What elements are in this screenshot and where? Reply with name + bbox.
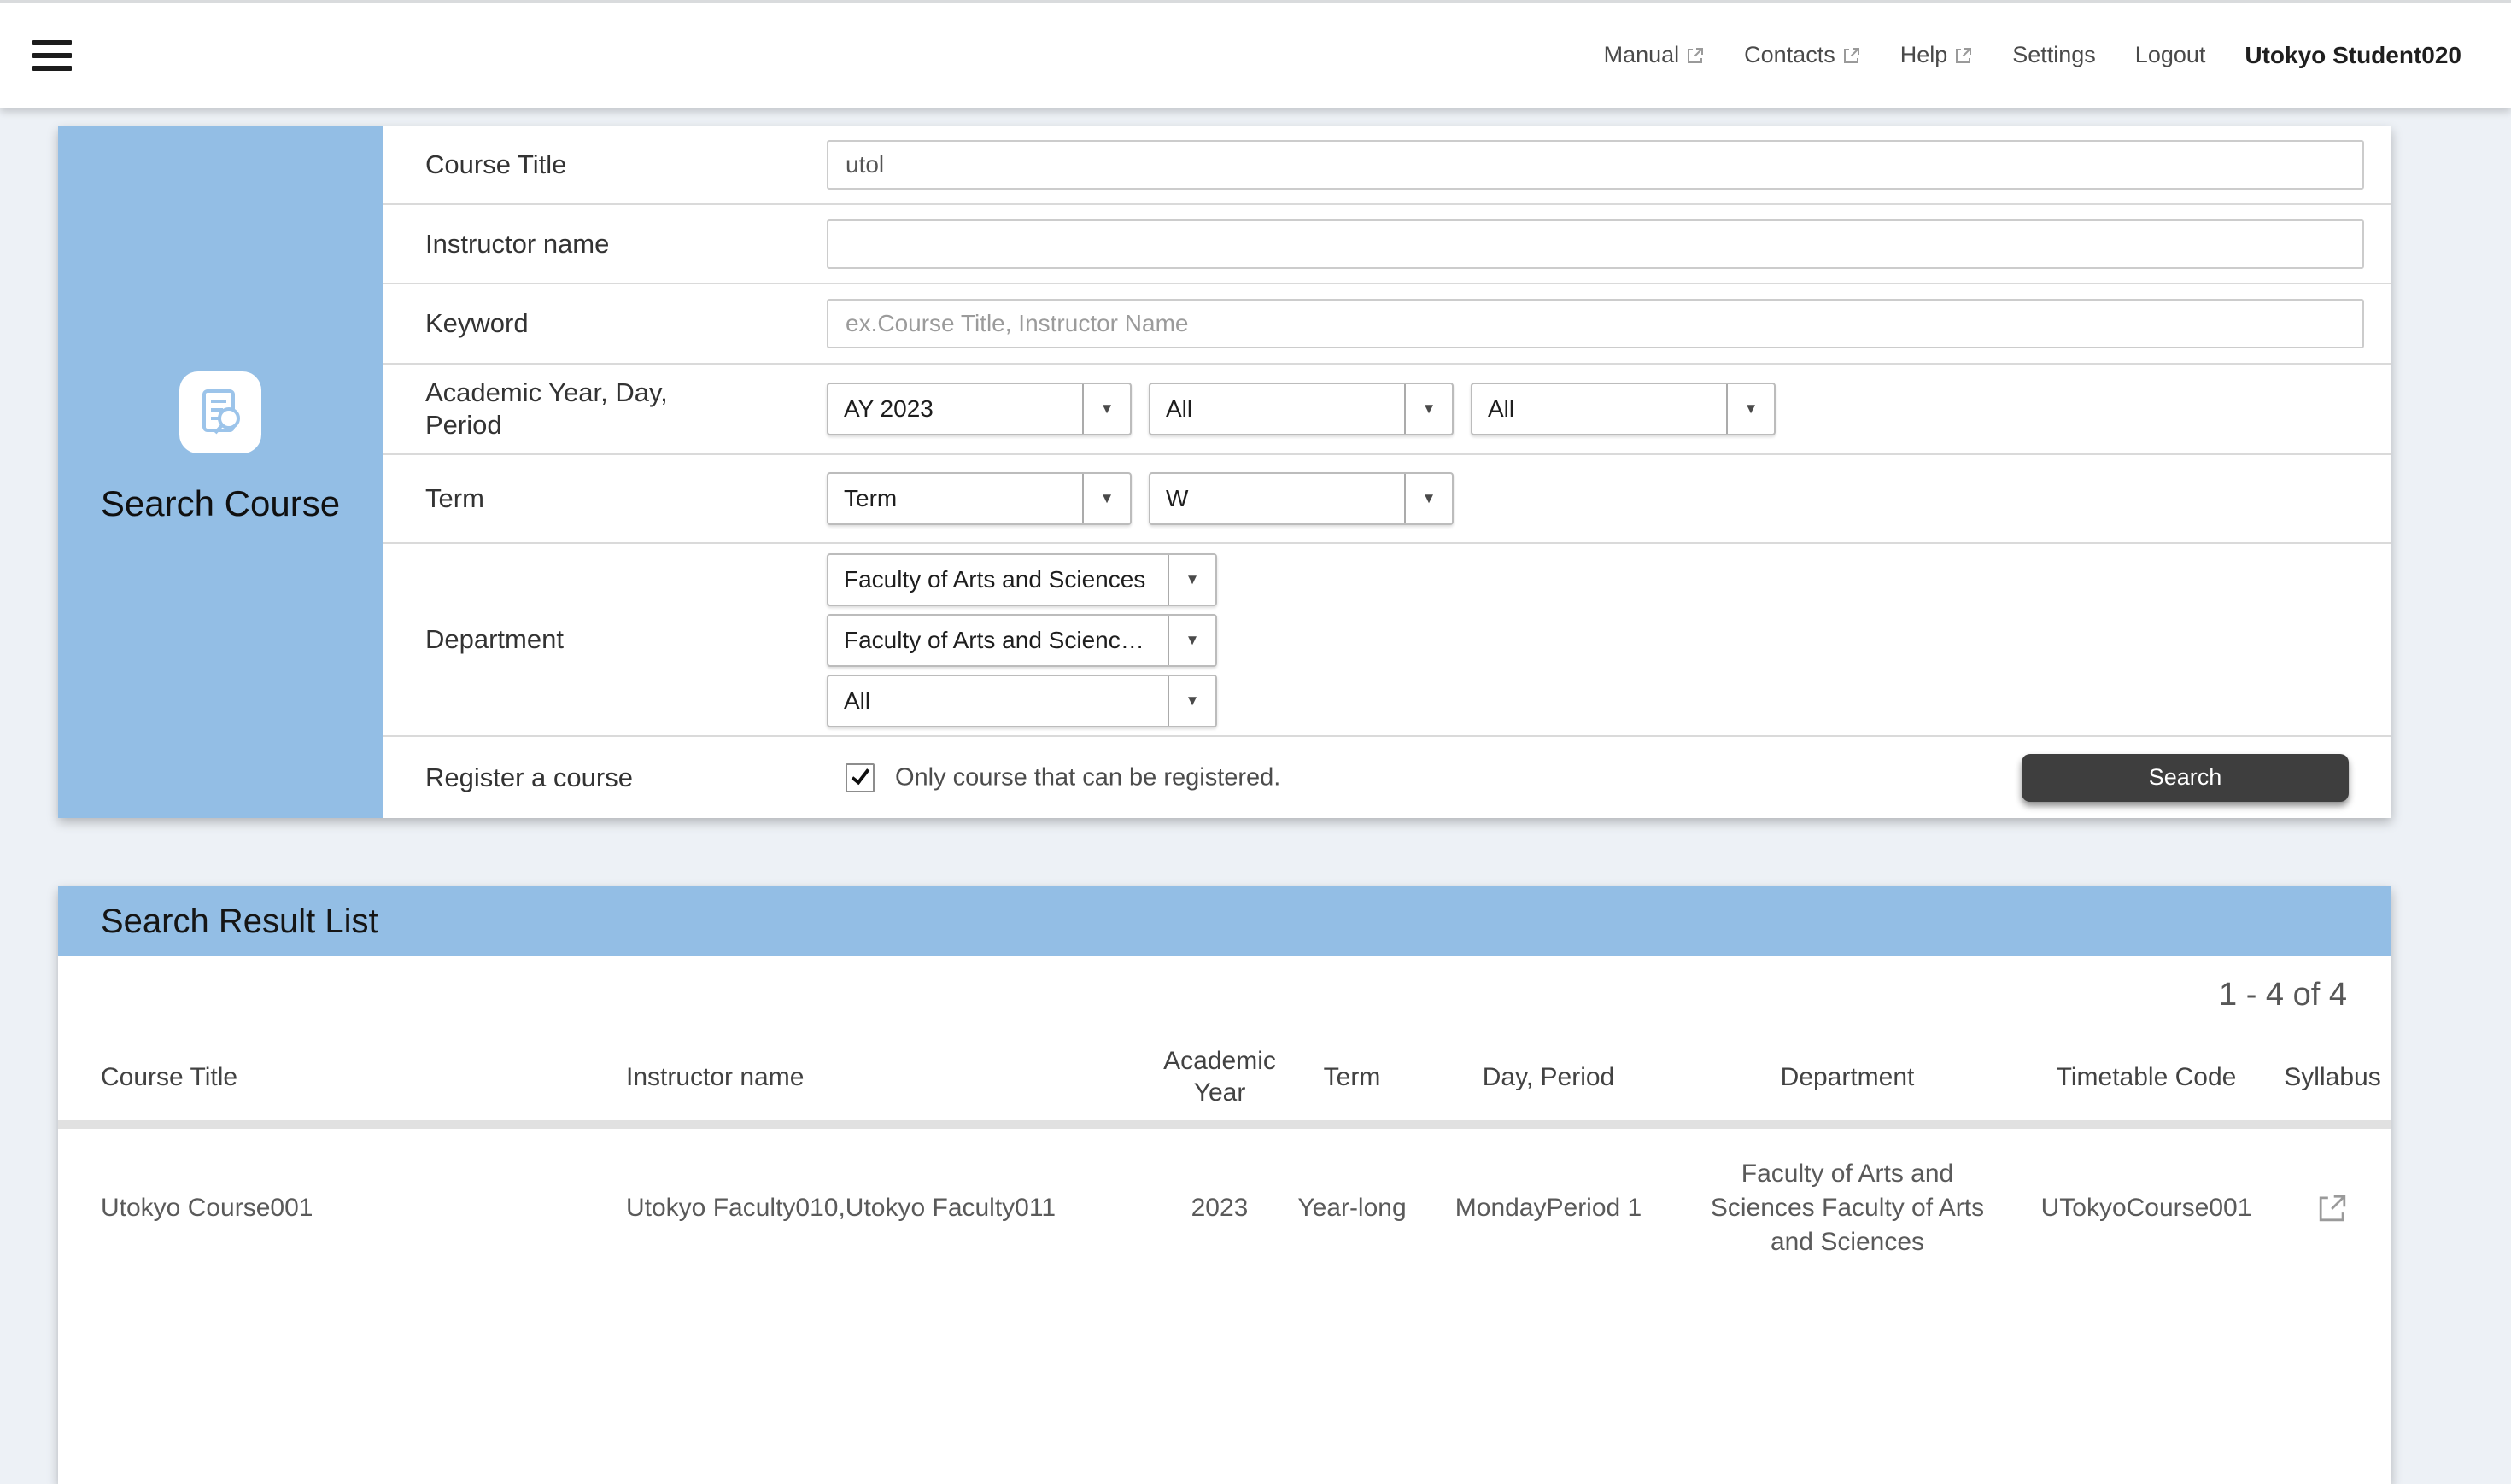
chevron-down-icon: ▼ [1082, 474, 1130, 523]
period-select-value: All [1472, 395, 1726, 423]
header-department: Department [1677, 1061, 2018, 1093]
row-academic-year-day-period: Academic Year, Day, Period AY 2023 ▼ All… [383, 365, 2391, 455]
department-level3-value: All [828, 687, 1168, 715]
course-title-label: Course Title [425, 149, 733, 181]
department-label: Department [425, 623, 733, 656]
external-link-icon [1954, 46, 1973, 65]
day-select-value: All [1150, 395, 1404, 423]
search-button[interactable]: Search [2022, 754, 2349, 802]
chevron-down-icon: ▼ [1168, 555, 1215, 605]
department-level3-select[interactable]: All ▼ [827, 675, 1217, 727]
row-course-title: Course Title [383, 126, 2391, 205]
register-label: Register a course [425, 762, 733, 794]
top-nav: Manual Contacts Help Settings Logout [1604, 42, 2511, 69]
user-name: Utokyo Student020 [2245, 42, 2461, 69]
period-select[interactable]: All ▼ [1471, 383, 1776, 435]
keyword-label: Keyword [425, 307, 733, 340]
department-level1-select[interactable]: Faculty of Arts and Sciences ▼ [827, 553, 1217, 606]
external-link-icon [1842, 46, 1861, 65]
search-result-title: Search Result List [101, 903, 378, 941]
chevron-down-icon: ▼ [1726, 384, 1774, 434]
keyword-input[interactable] [827, 299, 2364, 348]
table-row: Utokyo Course001 Utokyo Faculty010,Utoky… [58, 1129, 2391, 1287]
menu-hamburger-icon[interactable] [32, 40, 72, 71]
instructor-name-label: Instructor name [425, 228, 733, 260]
register-checkbox[interactable] [846, 763, 875, 792]
nav-settings[interactable]: Settings [2012, 42, 2096, 68]
cell-course-title[interactable]: Utokyo Course001 [101, 1191, 626, 1225]
cell-department: Faculty of Arts and Sciences Faculty of … [1677, 1157, 2018, 1259]
nav-manual[interactable]: Manual [1604, 42, 1706, 68]
cell-day-period: MondayPeriod 1 [1420, 1191, 1677, 1225]
row-keyword: Keyword [383, 284, 2391, 365]
academic-year-select[interactable]: AY 2023 ▼ [827, 383, 1132, 435]
document-search-icon [179, 371, 261, 453]
external-link-icon [1686, 46, 1705, 65]
header-day-period: Day, Period [1420, 1061, 1677, 1093]
nav-contacts[interactable]: Contacts [1744, 42, 1861, 68]
cell-syllabus [2274, 1192, 2391, 1224]
term-type-select-value: Term [828, 485, 1082, 512]
search-result-card: Search Result List 1 - 4 of 4 Course Tit… [58, 886, 2391, 1484]
table-divider [58, 1120, 2391, 1129]
department-level2-value: Faculty of Arts and Sciences F… [828, 627, 1168, 654]
nav-logout[interactable]: Logout [2135, 42, 2206, 68]
nav-help[interactable]: Help [1900, 42, 1974, 68]
result-count: 1 - 4 of 4 [2219, 977, 2347, 1014]
day-select[interactable]: All ▼ [1149, 383, 1454, 435]
search-course-panel: Search Course [58, 126, 383, 818]
chevron-down-icon: ▼ [1168, 616, 1215, 665]
cell-academic-year: 2023 [1156, 1191, 1284, 1225]
nav-logout-label: Logout [2135, 42, 2206, 68]
chevron-down-icon: ▼ [1168, 676, 1215, 726]
header-timetable-code: Timetable Code [2018, 1061, 2274, 1093]
header-syllabus: Syllabus [2274, 1061, 2391, 1093]
nav-manual-label: Manual [1604, 42, 1680, 68]
result-count-row: 1 - 4 of 4 [58, 956, 2391, 1033]
results-table-header-row: Course Title Instructor name Academic Ye… [58, 1033, 2391, 1120]
header-course-title: Course Title [101, 1061, 626, 1093]
chevron-down-icon: ▼ [1404, 384, 1452, 434]
top-bar: Manual Contacts Help Settings Logout [0, 0, 2511, 108]
department-level1-value: Faculty of Arts and Sciences [828, 566, 1168, 593]
academic-year-day-period-label: Academic Year, Day, Period [425, 377, 733, 441]
search-course-card: Search Course Course Title Instructor na… [58, 126, 2391, 818]
register-checkbox-label: Only course that can be registered. [895, 763, 1280, 792]
department-selects: Faculty of Arts and Sciences ▼ Faculty o… [827, 553, 1217, 727]
external-link-icon[interactable] [2316, 1192, 2349, 1224]
nav-contacts-label: Contacts [1744, 42, 1835, 68]
term-value-select-value: W [1150, 485, 1404, 512]
search-result-header: Search Result List [58, 886, 2391, 956]
panel-title: Search Course [58, 483, 383, 524]
instructor-name-input[interactable] [827, 219, 2364, 269]
chevron-down-icon: ▼ [1404, 474, 1452, 523]
search-form: Course Title Instructor name Keyword Aca… [383, 126, 2391, 818]
chevron-down-icon: ▼ [1082, 384, 1130, 434]
cell-term: Year-long [1284, 1191, 1420, 1225]
header-academic-year: Academic Year [1156, 1045, 1284, 1108]
term-value-select[interactable]: W ▼ [1149, 472, 1454, 525]
term-type-select[interactable]: Term ▼ [827, 472, 1132, 525]
cell-timetable-code: UTokyoCourse001 [2018, 1191, 2274, 1225]
cell-instructor: Utokyo Faculty010,Utokyo Faculty011 [626, 1191, 1156, 1225]
nav-help-label: Help [1900, 42, 1948, 68]
course-title-input[interactable] [827, 140, 2364, 190]
row-department: Department Faculty of Arts and Sciences … [383, 544, 2391, 737]
row-term: Term Term ▼ W ▼ [383, 455, 2391, 544]
header-term: Term [1284, 1061, 1420, 1093]
header-instructor: Instructor name [626, 1061, 1156, 1093]
department-level2-select[interactable]: Faculty of Arts and Sciences F… ▼ [827, 614, 1217, 667]
academic-year-select-value: AY 2023 [828, 395, 1082, 423]
row-register: Register a course Only course that can b… [383, 737, 2391, 818]
nav-settings-label: Settings [2012, 42, 2096, 68]
row-instructor-name: Instructor name [383, 205, 2391, 284]
term-label: Term [425, 482, 733, 515]
checkmark-icon [851, 765, 869, 785]
